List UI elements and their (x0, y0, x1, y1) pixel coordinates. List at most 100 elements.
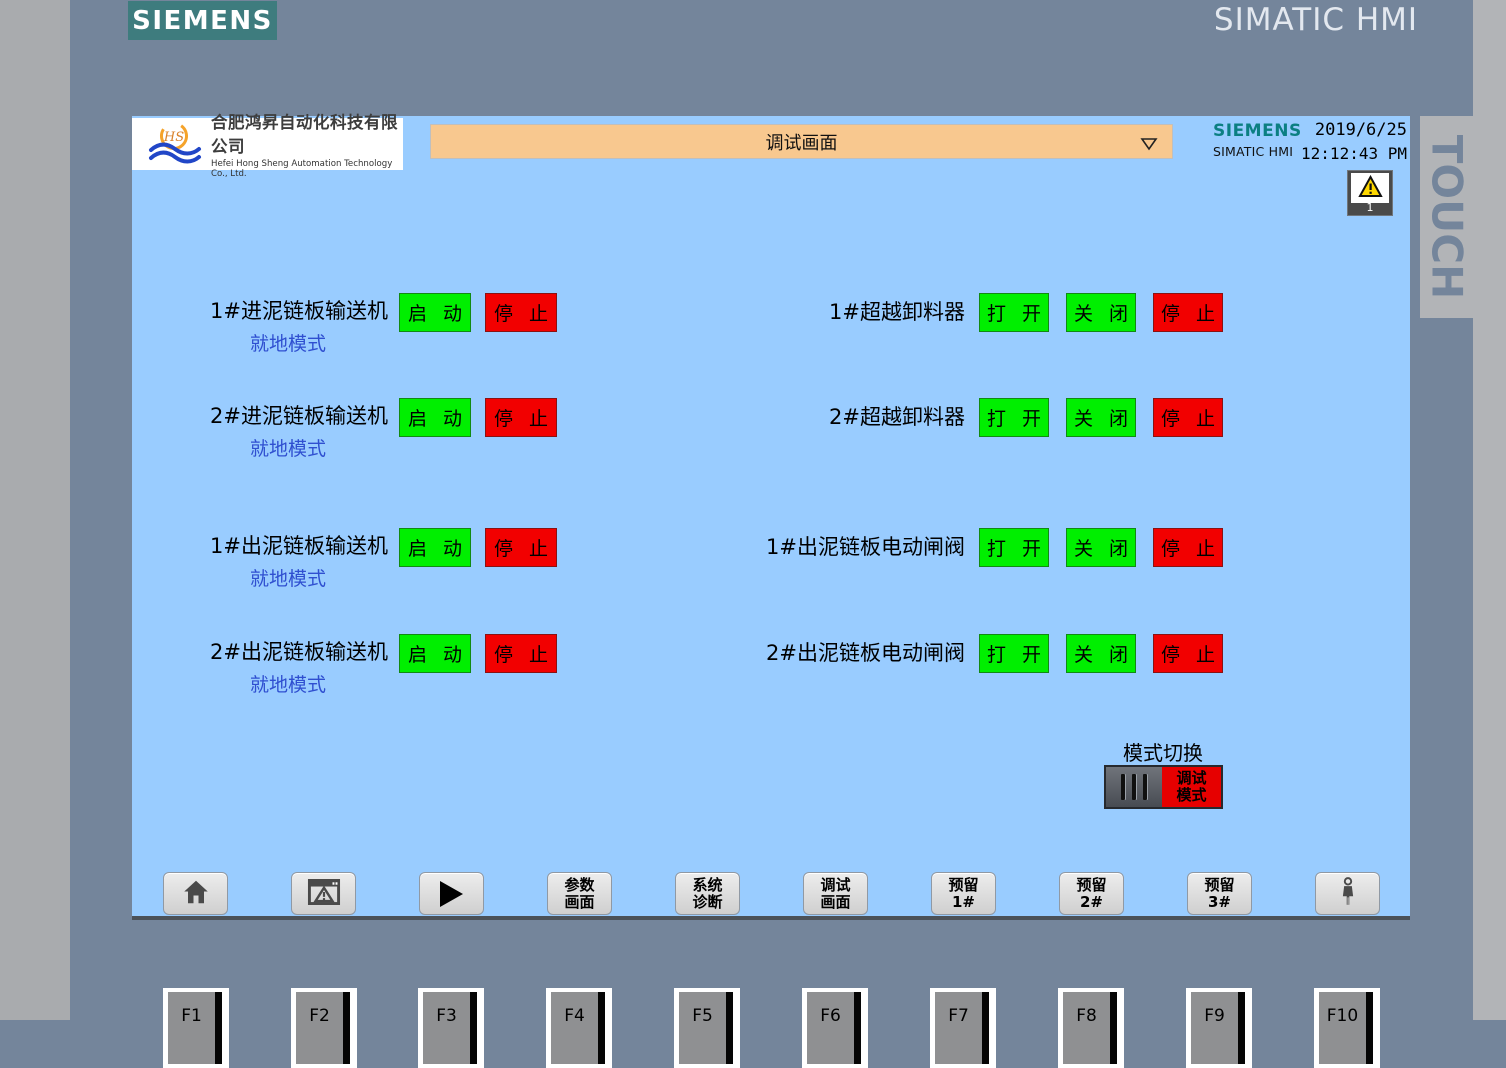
nav-reserved-1-button[interactable]: 预留 1# (931, 872, 996, 915)
open-button[interactable]: 打 开 (979, 293, 1049, 332)
fkey-f9[interactable]: F9 (1186, 988, 1252, 1068)
nav-label-line1: 参数 (564, 877, 594, 894)
mode-state-line2: 模式 (1176, 787, 1206, 804)
alarm-window-icon (307, 877, 341, 911)
fkey-label: F6 (807, 992, 861, 1064)
fkey-f4[interactable]: F4 (546, 988, 612, 1068)
fkey-label: F9 (1191, 992, 1245, 1064)
home-button[interactable] (163, 872, 228, 915)
close-button[interactable]: 关 闭 (1066, 528, 1136, 567)
play-icon (440, 881, 463, 907)
nav-label-line1: 预留 (1204, 877, 1234, 894)
open-button[interactable]: 打 开 (979, 398, 1049, 437)
alarm-count: 1 (1348, 201, 1392, 214)
touch-label: TOUCH (1422, 135, 1471, 299)
fkey-label: F4 (551, 992, 605, 1064)
alarm-indicator-button[interactable]: 1 (1347, 170, 1393, 216)
company-names: 合肥鸿昇自动化科技有限公司 Hefei Hong Sheng Automatio… (211, 109, 403, 179)
fkey-label: F8 (1063, 992, 1117, 1064)
screen-selector-dropdown[interactable]: 调试画面 (430, 124, 1173, 159)
fkey-f10[interactable]: F10 (1314, 988, 1380, 1068)
alarm-window-button[interactable] (291, 872, 356, 915)
mode-switch-label: 模式切换 (1063, 737, 1263, 766)
siemens-logo: SIEMENS (128, 1, 277, 40)
nav-label-line1: 预留 (948, 877, 978, 894)
nav-label-line2: 画面 (564, 894, 594, 911)
company-name-en: Hefei Hong Sheng Automation Technology C… (211, 159, 403, 179)
grip-line (1143, 774, 1147, 800)
siemens-logo-text: SIEMENS (132, 6, 273, 36)
company-logo-icon: HS (148, 119, 202, 169)
stop-button[interactable]: 停 止 (1153, 528, 1223, 567)
simatic-hmi-label: SIMATIC HMI (1210, 2, 1422, 38)
chevron-down-icon (1140, 135, 1158, 156)
user-login-button[interactable] (1315, 872, 1380, 915)
fkey-f2[interactable]: F2 (291, 988, 357, 1068)
bezel-right-strip (1473, 0, 1506, 1020)
nav-reserved-3-button[interactable]: 预留 3# (1187, 872, 1252, 915)
mode-state-line1: 调试 (1176, 770, 1206, 787)
home-icon (180, 877, 212, 911)
stop-button[interactable]: 停 止 (1153, 293, 1223, 332)
fkey-f6[interactable]: F6 (802, 988, 868, 1068)
fkey-f5[interactable]: F5 (674, 988, 740, 1068)
fkey-f8[interactable]: F8 (1058, 988, 1124, 1068)
company-logo-box: HS 合肥鸿昇自动化科技有限公司 Hefei Hong Sheng Automa… (132, 118, 403, 170)
nav-label-line2: 画面 (820, 894, 850, 911)
device-row-unloader-1: 1#超越卸料器 打 开 关 闭 停 止 (132, 293, 1410, 355)
device-name: 2#超越卸料器 (829, 398, 965, 437)
nav-label-line2: 2# (1080, 894, 1103, 911)
nav-label-line2: 1# (952, 894, 975, 911)
hmi-screen: HS 合肥鸿昇自动化科技有限公司 Hefei Hong Sheng Automa… (132, 116, 1410, 920)
nav-label-line1: 预留 (1076, 877, 1106, 894)
mode-switch-state: 调试 模式 (1162, 767, 1221, 807)
mode-switch-toggle[interactable]: 调试 模式 (1104, 765, 1223, 809)
device-name: 2#出泥链板电动闸阀 (766, 634, 965, 673)
open-button[interactable]: 打 开 (979, 634, 1049, 673)
stop-button[interactable]: 停 止 (1153, 398, 1223, 437)
brand-siemens-text: SIEMENS (1213, 123, 1302, 140)
fkey-f7[interactable]: F7 (930, 988, 996, 1068)
nav-param-screen-button[interactable]: 参数 画面 (547, 872, 612, 915)
close-button[interactable]: 关 闭 (1066, 634, 1136, 673)
alarm-indicator-frame (1351, 173, 1389, 203)
fkey-f3[interactable]: F3 (418, 988, 484, 1068)
toggle-grip-handle[interactable] (1106, 767, 1162, 807)
user-icon (1335, 876, 1361, 912)
fkey-label: F10 (1319, 992, 1373, 1064)
close-button[interactable]: 关 闭 (1066, 293, 1136, 332)
open-button[interactable]: 打 开 (979, 528, 1049, 567)
company-name-cn: 合肥鸿昇自动化科技有限公司 (211, 109, 403, 157)
fkey-label: F7 (935, 992, 989, 1064)
device-row-unloader-2: 2#超越卸料器 打 开 关 闭 停 止 (132, 398, 1410, 460)
close-button[interactable]: 关 闭 (1066, 398, 1136, 437)
fkey-label: F3 (423, 992, 477, 1064)
nav-label-line1: 系统 (692, 877, 722, 894)
device-row-gate-valve-2: 2#出泥链板电动闸阀 打 开 关 闭 停 止 (132, 634, 1410, 696)
fkey-f1[interactable]: F1 (163, 988, 229, 1068)
fkey-label: F1 (168, 992, 222, 1064)
nav-system-diagnostics-button[interactable]: 系统 诊断 (675, 872, 740, 915)
datetime-block: 2019/6/25 12:12:43 PM (1301, 122, 1407, 162)
brand-simatic-text: SIMATIC HMI (1213, 146, 1302, 159)
bezel-left-strip (0, 0, 70, 1020)
device-row-gate-valve-1: 1#出泥链板电动闸阀 打 开 关 闭 停 止 (132, 528, 1410, 590)
touch-branding-strip: TOUCH (1420, 116, 1473, 318)
device-name: 1#出泥链板电动闸阀 (766, 528, 965, 567)
warning-triangle-icon (1358, 175, 1383, 202)
fkey-label: F5 (679, 992, 733, 1064)
brand-block: SIEMENS SIMATIC HMI (1213, 123, 1302, 159)
time-display: 12:12:43 PM (1301, 146, 1407, 162)
forward-button[interactable] (419, 872, 484, 915)
nav-debug-screen-button[interactable]: 调试 画面 (803, 872, 868, 915)
screen-selector-value: 调试画面 (766, 129, 838, 155)
nav-label-line2: 3# (1208, 894, 1231, 911)
grip-line (1121, 774, 1125, 800)
grip-line (1132, 774, 1136, 800)
nav-label-line1: 调试 (820, 877, 850, 894)
fkey-label: F2 (296, 992, 350, 1064)
nav-label-line2: 诊断 (692, 894, 722, 911)
nav-reserved-2-button[interactable]: 预留 2# (1059, 872, 1124, 915)
date-display: 2019/6/25 (1301, 122, 1407, 139)
stop-button[interactable]: 停 止 (1153, 634, 1223, 673)
